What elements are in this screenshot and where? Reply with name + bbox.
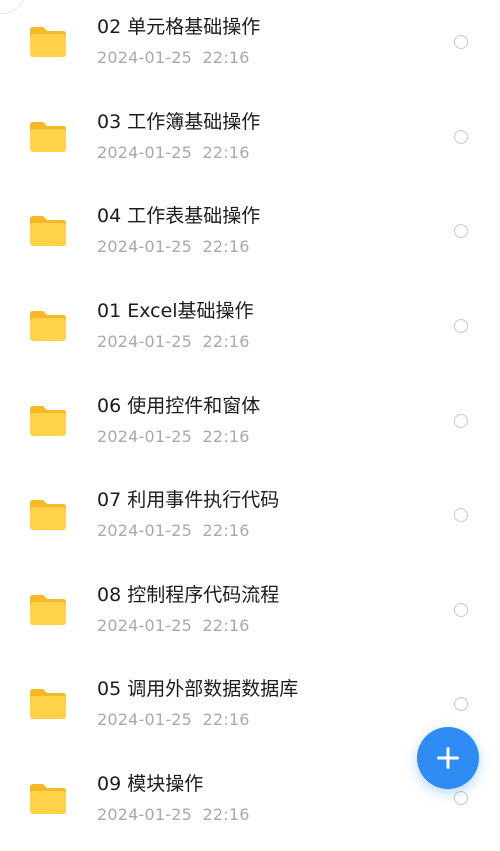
folder-date: 2024-01-25 22:16 <box>97 710 250 729</box>
folder-date: 2024-01-25 22:16 <box>97 48 250 67</box>
folder-row[interactable]: 01 Excel基础操作 2024-01-25 22:16 <box>0 284 500 378</box>
folder-date: 2024-01-25 22:16 <box>97 805 250 824</box>
folder-row[interactable]: 02 单元格基础操作 2024-01-25 22:16 <box>0 0 500 94</box>
radio-circle-icon[interactable] <box>454 224 468 238</box>
add-button[interactable] <box>417 727 479 789</box>
folder-name: 06 使用控件和窗体 <box>97 395 261 417</box>
folder-date: 2024-01-25 22:16 <box>97 521 250 540</box>
radio-circle-icon[interactable] <box>454 603 468 617</box>
radio-circle-icon[interactable] <box>454 414 468 428</box>
radio-circle-icon[interactable] <box>454 319 468 333</box>
folder-row[interactable]: 07 利用事件执行代码 2024-01-25 22:16 <box>0 473 500 567</box>
folder-name: 03 工作簿基础操作 <box>97 111 261 133</box>
radio-circle-icon[interactable] <box>454 35 468 49</box>
folder-row[interactable]: 06 使用控件和窗体 2024-01-25 22:16 <box>0 379 500 473</box>
folder-icon <box>28 782 68 816</box>
folder-row[interactable]: 03 工作簿基础操作 2024-01-25 22:16 <box>0 95 500 189</box>
plus-icon <box>435 745 461 771</box>
folder-icon <box>28 309 68 343</box>
folder-icon <box>28 25 68 59</box>
folder-name: 09 模块操作 <box>97 773 204 795</box>
folder-name: 05 调用外部数据数据库 <box>97 678 299 700</box>
folder-date: 2024-01-25 22:16 <box>97 427 250 446</box>
folder-date: 2024-01-25 22:16 <box>97 332 250 351</box>
folder-icon <box>28 498 68 532</box>
folder-icon <box>28 404 68 438</box>
radio-circle-icon[interactable] <box>454 697 468 711</box>
folder-name: 02 单元格基础操作 <box>97 16 261 38</box>
radio-circle-icon[interactable] <box>454 130 468 144</box>
radio-circle-icon[interactable] <box>454 508 468 522</box>
folder-icon <box>28 593 68 627</box>
folder-name: 07 利用事件执行代码 <box>97 489 280 511</box>
folder-row[interactable]: 04 工作表基础操作 2024-01-25 22:16 <box>0 189 500 283</box>
folder-name: 04 工作表基础操作 <box>97 205 261 227</box>
folder-icon <box>28 214 68 248</box>
folder-date: 2024-01-25 22:16 <box>97 237 250 256</box>
folder-icon <box>28 120 68 154</box>
folder-row[interactable]: 08 控制程序代码流程 2024-01-25 22:16 <box>0 568 500 662</box>
folder-date: 2024-01-25 22:16 <box>97 143 250 162</box>
folder-icon <box>28 687 68 721</box>
folder-name: 01 Excel基础操作 <box>97 300 254 322</box>
radio-circle-icon[interactable] <box>454 791 468 805</box>
folder-name: 08 控制程序代码流程 <box>97 584 280 606</box>
folder-date: 2024-01-25 22:16 <box>97 616 250 635</box>
